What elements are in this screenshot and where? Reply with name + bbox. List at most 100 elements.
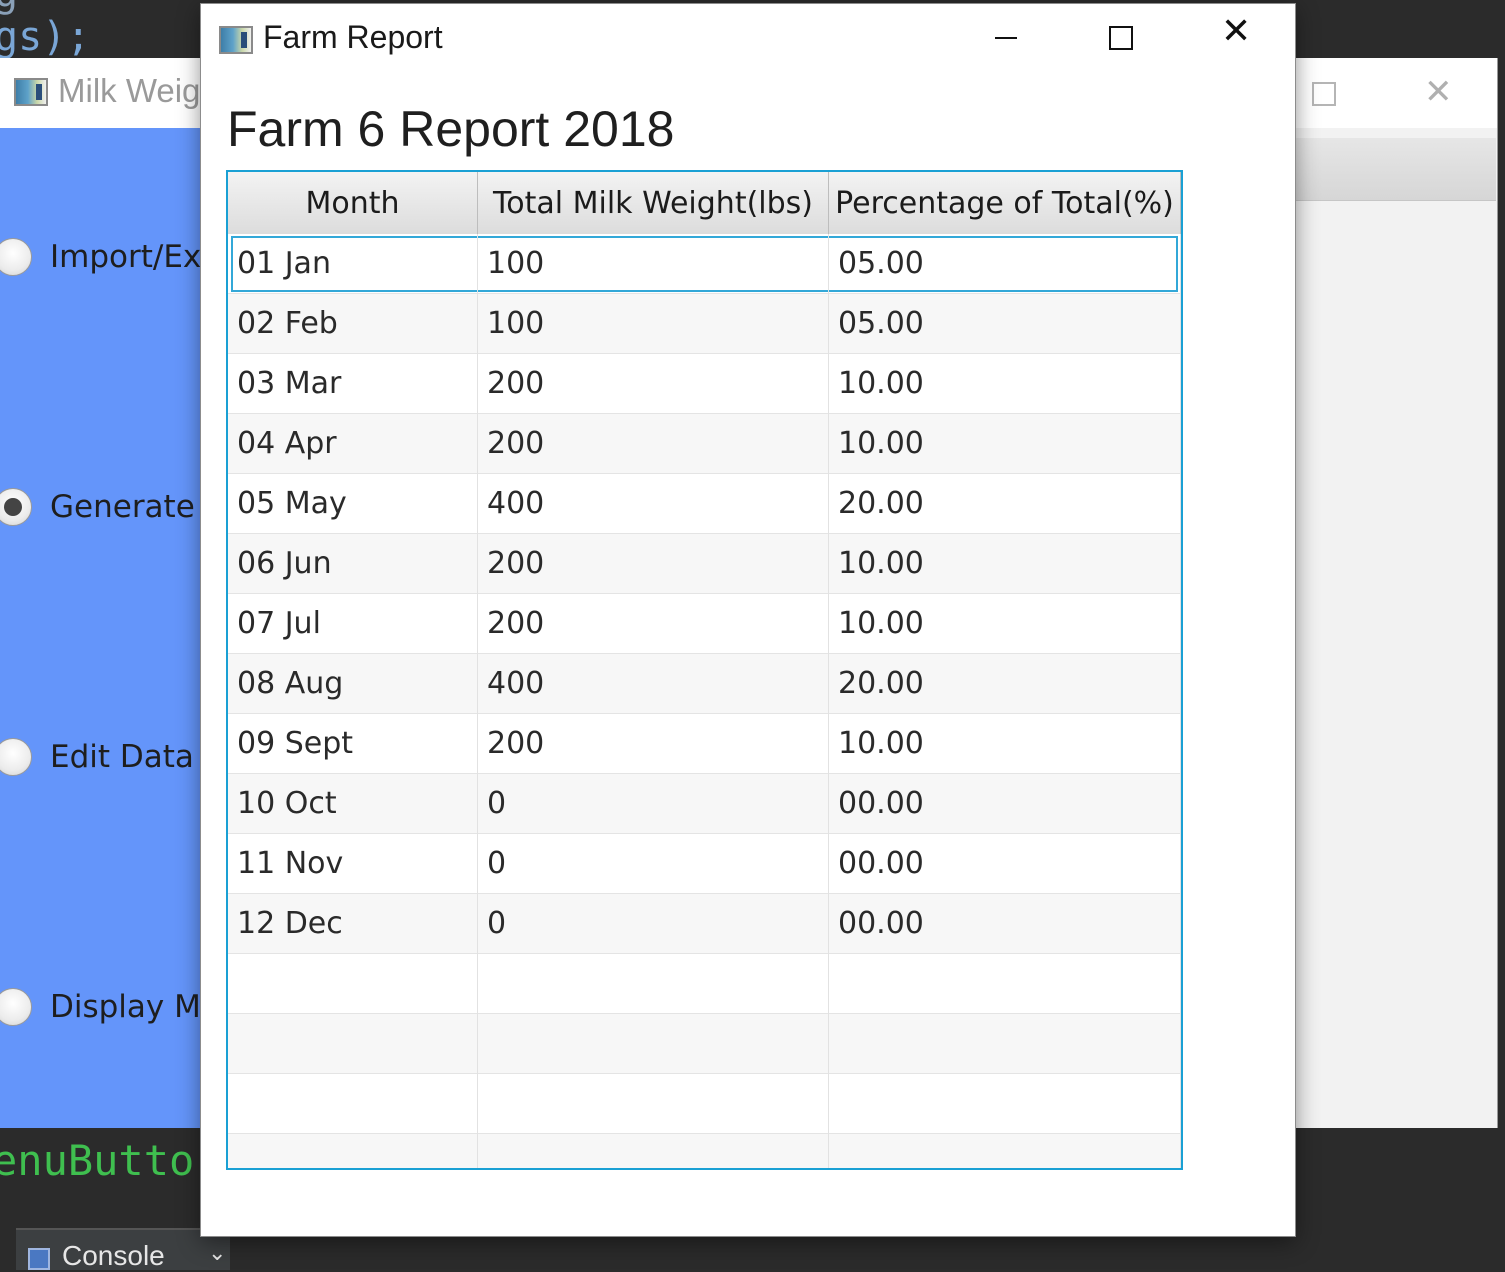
radio-option-edit-data[interactable]: Edit Data	[0, 734, 210, 784]
menu-options-panel: Import/Exp Generate R Edit Data Display …	[0, 128, 226, 1128]
table-row[interactable]: 10 Oct 0 00.00	[228, 774, 1181, 834]
cell-total-milk-weight[interactable]: 100	[478, 234, 829, 294]
table-row-empty[interactable]	[228, 954, 1181, 1014]
cell-percentage[interactable]	[829, 1134, 1181, 1168]
cell-percentage[interactable]: 10.00	[829, 534, 1181, 594]
radio-button-icon[interactable]	[0, 238, 32, 276]
table-row-empty[interactable]	[228, 1134, 1181, 1168]
app-icon	[14, 78, 48, 106]
cell-percentage[interactable]: 10.00	[829, 414, 1181, 474]
cell-total-milk-weight[interactable]: 200	[478, 534, 829, 594]
radio-option-label: Import/Exp	[50, 239, 221, 275]
cell-month[interactable]: 02 Feb	[228, 294, 478, 354]
close-icon: ✕	[1221, 11, 1252, 52]
cell-total-milk-weight[interactable]: 400	[478, 474, 829, 534]
cell-month[interactable]: 09 Sept	[228, 714, 478, 774]
cell-month[interactable]: 03 Mar	[228, 354, 478, 414]
radio-option-label: Generate R	[50, 489, 227, 525]
ide-code-line: enuButto	[0, 1136, 195, 1185]
cell-percentage[interactable]: 00.00	[829, 894, 1181, 954]
cell-percentage[interactable]: 20.00	[829, 654, 1181, 714]
radio-button-selected-icon[interactable]	[0, 488, 32, 526]
column-header-total-milk-weight[interactable]: Total Milk Weight(lbs)	[478, 172, 829, 234]
radio-option-label: Display Ma	[50, 989, 220, 1025]
console-tab[interactable]: Console ⌄	[16, 1228, 230, 1271]
column-header-month[interactable]: Month	[228, 172, 478, 234]
cell-month[interactable]: 12 Dec	[228, 894, 478, 954]
table-row[interactable]: 03 Mar 200 10.00	[228, 354, 1181, 414]
cell-total-milk-weight[interactable]	[478, 954, 829, 1014]
cell-month[interactable]: 08 Aug	[228, 654, 478, 714]
table-row[interactable]: 09 Sept 200 10.00	[228, 714, 1181, 774]
close-button[interactable]: ✕	[1181, 4, 1291, 74]
cell-month[interactable]: 05 May	[228, 474, 478, 534]
table-row[interactable]: 06 Jun 200 10.00	[228, 534, 1181, 594]
console-icon	[28, 1248, 50, 1270]
radio-button-icon[interactable]	[0, 988, 32, 1026]
cell-total-milk-weight[interactable]: 0	[478, 834, 829, 894]
cell-percentage[interactable]	[829, 1014, 1181, 1074]
radio-option-generate-report[interactable]: Generate R	[0, 484, 226, 534]
cell-month[interactable]: 10 Oct	[228, 774, 478, 834]
app-icon	[219, 26, 253, 54]
report-table[interactable]: Month Total Milk Weight(lbs) Percentage …	[226, 170, 1183, 1170]
table-row-empty[interactable]	[228, 1014, 1181, 1074]
table-row[interactable]: 12 Dec 0 00.00	[228, 894, 1181, 954]
cell-percentage[interactable]	[829, 954, 1181, 1014]
cell-month[interactable]: 07 Jul	[228, 594, 478, 654]
cell-percentage[interactable]	[829, 1074, 1181, 1134]
cell-percentage[interactable]: 20.00	[829, 474, 1181, 534]
table-row[interactable]: 04 Apr 200 10.00	[228, 414, 1181, 474]
table-row[interactable]: 07 Jul 200 10.00	[228, 594, 1181, 654]
table-row[interactable]: 02 Feb 100 05.00	[228, 294, 1181, 354]
cell-percentage[interactable]: 00.00	[829, 834, 1181, 894]
cell-percentage[interactable]: 05.00	[829, 294, 1181, 354]
farm-report-window: Farm Report ✕ Farm 6 Report 2018 Month T…	[201, 4, 1295, 1236]
cell-percentage[interactable]: 10.00	[829, 714, 1181, 774]
radio-option-label: Edit Data	[50, 739, 194, 775]
table-row[interactable]: 11 Nov 0 00.00	[228, 834, 1181, 894]
cell-total-milk-weight[interactable]: 400	[478, 654, 829, 714]
cell-total-milk-weight[interactable]	[478, 1074, 829, 1134]
cell-total-milk-weight[interactable]	[478, 1134, 829, 1168]
cell-percentage[interactable]: 00.00	[829, 774, 1181, 834]
farm-report-titlebar: Farm Report ✕	[201, 4, 1295, 74]
milk-weight-title: Milk Weig	[58, 72, 201, 109]
cell-total-milk-weight[interactable]: 200	[478, 354, 829, 414]
minimize-button[interactable]	[949, 4, 1059, 74]
close-icon[interactable]: ✕	[1424, 72, 1453, 112]
cell-month[interactable]: 11 Nov	[228, 834, 478, 894]
cell-percentage[interactable]: 10.00	[829, 594, 1181, 654]
cell-month[interactable]: 01 Jan	[228, 234, 478, 294]
cell-total-milk-weight[interactable]: 0	[478, 894, 829, 954]
table-header: Month Total Milk Weight(lbs) Percentage …	[228, 172, 1181, 235]
maximize-button[interactable]	[1065, 4, 1175, 74]
cell-month[interactable]	[228, 1074, 478, 1134]
radio-option-import-export[interactable]: Import/Exp	[0, 234, 221, 284]
table-row[interactable]: 05 May 400 20.00	[228, 474, 1181, 534]
radio-option-display[interactable]: Display Ma	[0, 984, 220, 1034]
table-row-empty[interactable]	[228, 1074, 1181, 1134]
cell-percentage[interactable]: 10.00	[829, 354, 1181, 414]
cell-month[interactable]	[228, 1134, 478, 1168]
cell-percentage[interactable]: 05.00	[829, 234, 1181, 294]
cell-total-milk-weight[interactable]	[478, 1014, 829, 1074]
cell-month[interactable]: 06 Jun	[228, 534, 478, 594]
cell-month[interactable]	[228, 954, 478, 1014]
minimize-icon	[995, 37, 1017, 39]
maximize-icon[interactable]	[1312, 82, 1336, 106]
cell-month[interactable]	[228, 1014, 478, 1074]
chevron-down-icon[interactable]: ⌄	[208, 1240, 226, 1266]
cell-total-milk-weight[interactable]: 200	[478, 594, 829, 654]
maximize-icon	[1109, 26, 1133, 50]
table-row[interactable]: 01 Jan 100 05.00	[228, 234, 1181, 294]
cell-total-milk-weight[interactable]: 200	[478, 714, 829, 774]
cell-total-milk-weight[interactable]: 200	[478, 414, 829, 474]
cell-total-milk-weight[interactable]: 0	[478, 774, 829, 834]
milk-weight-header-strip	[1296, 138, 1496, 201]
table-row[interactable]: 08 Aug 400 20.00	[228, 654, 1181, 714]
cell-total-milk-weight[interactable]: 100	[478, 294, 829, 354]
cell-month[interactable]: 04 Apr	[228, 414, 478, 474]
column-header-percentage[interactable]: Percentage of Total(%)	[829, 172, 1181, 234]
radio-button-icon[interactable]	[0, 738, 32, 776]
